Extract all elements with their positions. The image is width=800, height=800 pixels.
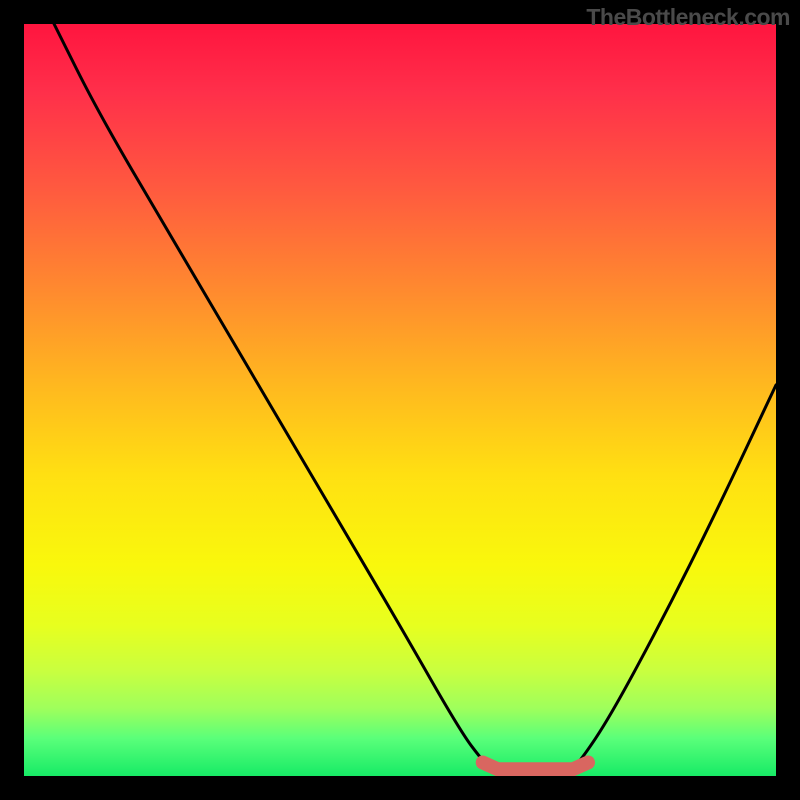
chart-area bbox=[24, 24, 776, 776]
bottleneck-curve-line bbox=[54, 24, 776, 776]
brand-watermark: TheBottleneck.com bbox=[586, 4, 790, 31]
optimal-band-marker bbox=[483, 762, 588, 769]
chart-svg bbox=[24, 24, 776, 776]
